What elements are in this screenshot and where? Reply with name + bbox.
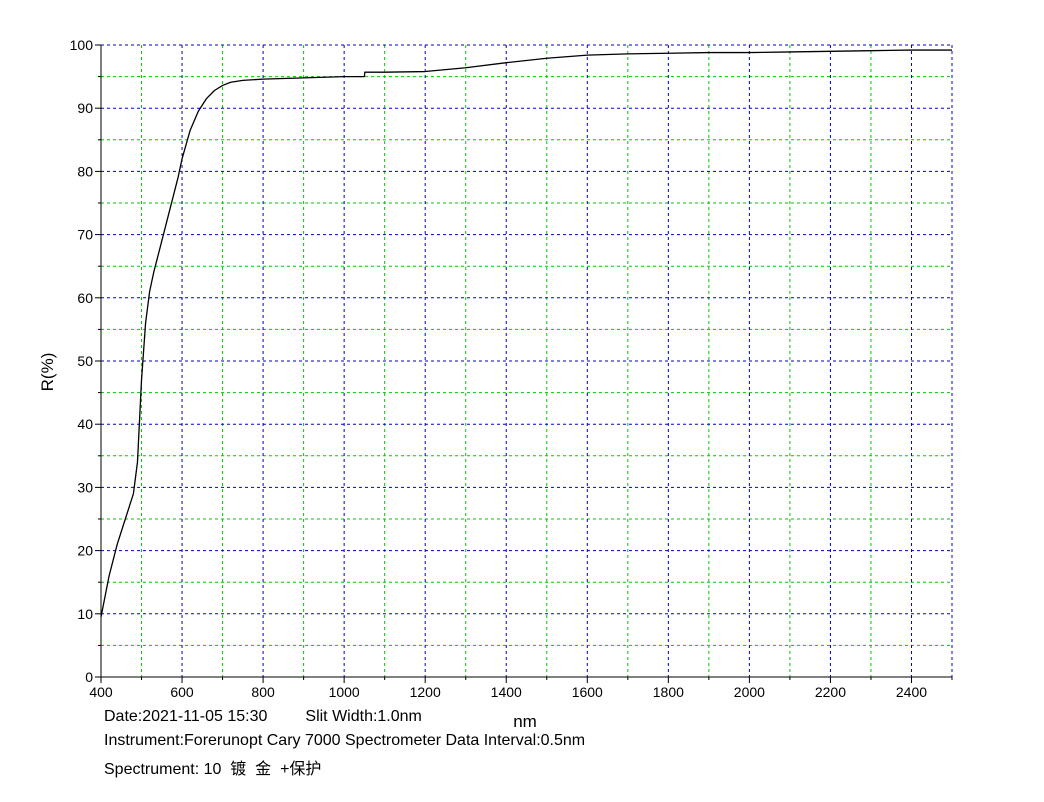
tick-marks (95, 44, 953, 683)
footer-line-3: Spectrument: 10 镀 金 +保护 (104, 761, 322, 778)
series-line-1 (100, 49, 952, 618)
y-tick-label: 80 (77, 163, 93, 179)
x-tick-label: 1400 (491, 684, 522, 700)
y-tick-label: 20 (77, 543, 93, 559)
footer-date: Date:2021-11-05 15:30 (104, 708, 268, 725)
y-tick-label: 0 (85, 669, 93, 685)
y-tick-label: 70 (77, 227, 93, 243)
x-tick-labels: 400 600 800 1000 1200 1400 1600 1800 2000 2200 240… (89, 684, 927, 700)
x-tick-label: 1000 (329, 684, 360, 700)
x-axis-label: nm (513, 712, 537, 731)
y-tick-label: 30 (77, 479, 93, 495)
x-tick-label: 2000 (734, 684, 765, 700)
x-tick-label: 2200 (815, 684, 846, 700)
y-tick-labels: 0 10 20 30 40 50 60 70 80 90 100 (70, 37, 94, 685)
y-tick-label: 60 (77, 290, 93, 306)
footer-slit-width: Slit Width:1.0nm (305, 708, 422, 725)
x-tick-label: 1600 (572, 684, 603, 700)
footer-line-1: Date:2021-11-05 15:30 Slit Width:1.0nm (104, 708, 422, 726)
y-axis-label: R(%) (38, 353, 57, 392)
x-tick-label: 800 (251, 684, 275, 700)
y-tick-label: 100 (70, 37, 94, 53)
x-tick-label: 2400 (896, 684, 927, 700)
x-tick-label: 400 (89, 684, 113, 700)
x-tick-label: 1800 (653, 684, 684, 700)
x-tick-label: 600 (170, 684, 194, 700)
y-tick-label: 90 (77, 100, 93, 116)
footer-line-2: Instrument:Forerunopt Cary 7000 Spectrom… (104, 732, 586, 749)
y-tick-label: 10 (77, 606, 93, 622)
series-layer (100, 49, 952, 618)
chart: 400 600 800 1000 1200 1400 1600 1800 2000 2200 240… (38, 37, 953, 731)
y-tick-label: 40 (77, 416, 93, 432)
x-tick-label: 1200 (410, 684, 441, 700)
y-tick-label: 50 (77, 353, 93, 369)
